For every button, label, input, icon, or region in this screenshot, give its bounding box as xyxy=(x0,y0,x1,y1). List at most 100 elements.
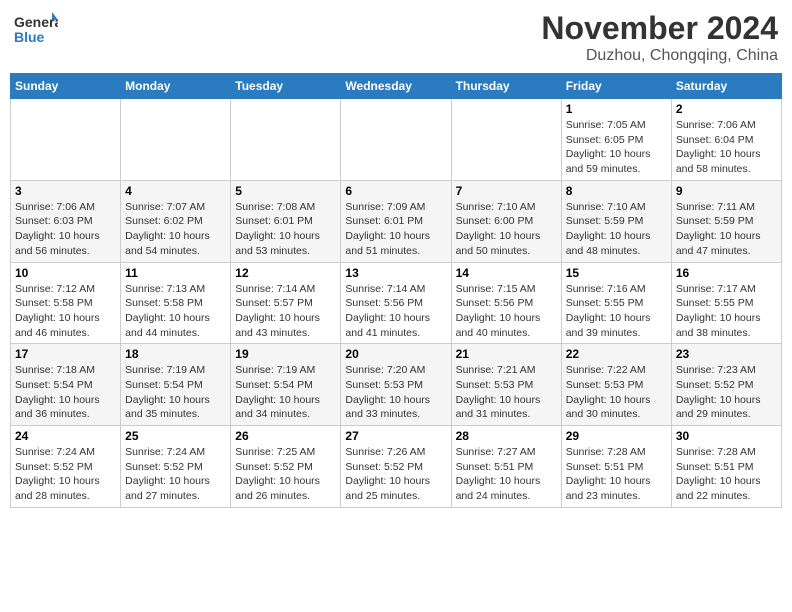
day-number: 1 xyxy=(566,102,667,116)
calendar-cell: 24Sunrise: 7:24 AM Sunset: 5:52 PM Dayli… xyxy=(11,426,121,508)
day-info: Sunrise: 7:19 AM Sunset: 5:54 PM Dayligh… xyxy=(125,363,226,422)
day-info: Sunrise: 7:26 AM Sunset: 5:52 PM Dayligh… xyxy=(345,445,446,504)
day-info: Sunrise: 7:09 AM Sunset: 6:01 PM Dayligh… xyxy=(345,200,446,259)
calendar-week-3: 10 Sunrise: 7:12 AM Sunset: 5:58 PM Dayli… xyxy=(11,262,782,344)
calendar-cell: 4 Sunrise: 7:07 AM Sunset: 6:02 PM Daylig… xyxy=(121,180,231,262)
day-number: 25 xyxy=(125,429,226,443)
day-header-monday: Monday xyxy=(121,74,231,99)
day-number: 11 xyxy=(125,266,226,280)
day-info: Sunrise: 7:18 AM Sunset: 5:54 PM Dayligh… xyxy=(15,363,116,422)
day-info: Sunrise: 7:16 AM Sunset: 5:55 PM Dayligh… xyxy=(566,282,667,341)
day-number: 10 xyxy=(15,266,116,280)
day-info: Sunrise: 7:23 AM Sunset: 5:52 PM Dayligh… xyxy=(676,363,777,422)
day-info: Sunrise: 7:20 AM Sunset: 5:53 PM Dayligh… xyxy=(345,363,446,422)
day-info: Sunrise: 7:08 AM Sunset: 6:01 PM Dayligh… xyxy=(235,200,336,259)
day-header-sunday: Sunday xyxy=(11,74,121,99)
day-info: Sunrise: 7:10 AM Sunset: 5:59 PM Dayligh… xyxy=(566,200,667,259)
svg-text:Blue: Blue xyxy=(14,29,45,45)
day-number: 30 xyxy=(676,429,777,443)
calendar-week-5: 24Sunrise: 7:24 AM Sunset: 5:52 PM Dayli… xyxy=(11,426,782,508)
calendar-header-row: SundayMondayTuesdayWednesdayThursdayFrid… xyxy=(11,74,782,99)
day-info: Sunrise: 7:22 AM Sunset: 5:53 PM Dayligh… xyxy=(566,363,667,422)
day-info: Sunrise: 7:06 AM Sunset: 6:03 PM Dayligh… xyxy=(15,200,116,259)
day-header-saturday: Saturday xyxy=(671,74,781,99)
day-header-tuesday: Tuesday xyxy=(231,74,341,99)
calendar-cell: 7 Sunrise: 7:10 AM Sunset: 6:00 PM Daylig… xyxy=(451,180,561,262)
calendar-cell: 22 Sunrise: 7:22 AM Sunset: 5:53 PM Dayli… xyxy=(561,344,671,426)
day-number: 5 xyxy=(235,184,336,198)
day-number: 22 xyxy=(566,347,667,361)
day-info: Sunrise: 7:14 AM Sunset: 5:57 PM Dayligh… xyxy=(235,282,336,341)
svg-text:General: General xyxy=(14,14,58,30)
calendar-cell: 12 Sunrise: 7:14 AM Sunset: 5:57 PM Dayli… xyxy=(231,262,341,344)
calendar-cell: 23 Sunrise: 7:23 AM Sunset: 5:52 PM Dayli… xyxy=(671,344,781,426)
calendar-table: SundayMondayTuesdayWednesdayThursdayFrid… xyxy=(10,73,782,508)
calendar-cell: 15Sunrise: 7:16 AM Sunset: 5:55 PM Dayli… xyxy=(561,262,671,344)
day-info: Sunrise: 7:11 AM Sunset: 5:59 PM Dayligh… xyxy=(676,200,777,259)
calendar-cell: 10 Sunrise: 7:12 AM Sunset: 5:58 PM Dayli… xyxy=(11,262,121,344)
day-info: Sunrise: 7:27 AM Sunset: 5:51 PM Dayligh… xyxy=(456,445,557,504)
day-info: Sunrise: 7:15 AM Sunset: 5:56 PM Dayligh… xyxy=(456,282,557,341)
day-number: 13 xyxy=(345,266,446,280)
day-number: 4 xyxy=(125,184,226,198)
calendar-cell xyxy=(341,99,451,181)
day-number: 28 xyxy=(456,429,557,443)
day-number: 8 xyxy=(566,184,667,198)
calendar-cell xyxy=(121,99,231,181)
calendar-cell xyxy=(231,99,341,181)
calendar-cell: 6 Sunrise: 7:09 AM Sunset: 6:01 PM Daylig… xyxy=(341,180,451,262)
calendar-cell: 17Sunrise: 7:18 AM Sunset: 5:54 PM Dayli… xyxy=(11,344,121,426)
calendar-cell: 11 Sunrise: 7:13 AM Sunset: 5:58 PM Dayli… xyxy=(121,262,231,344)
calendar-cell: 14 Sunrise: 7:15 AM Sunset: 5:56 PM Dayli… xyxy=(451,262,561,344)
day-info: Sunrise: 7:28 AM Sunset: 5:51 PM Dayligh… xyxy=(676,445,777,504)
calendar-cell: 13 Sunrise: 7:14 AM Sunset: 5:56 PM Dayli… xyxy=(341,262,451,344)
day-info: Sunrise: 7:21 AM Sunset: 5:53 PM Dayligh… xyxy=(456,363,557,422)
calendar-cell: 19 Sunrise: 7:19 AM Sunset: 5:54 PM Dayli… xyxy=(231,344,341,426)
calendar-week-4: 17Sunrise: 7:18 AM Sunset: 5:54 PM Dayli… xyxy=(11,344,782,426)
calendar-week-1: 1Sunrise: 7:05 AM Sunset: 6:05 PM Daylig… xyxy=(11,99,782,181)
day-number: 12 xyxy=(235,266,336,280)
day-number: 6 xyxy=(345,184,446,198)
calendar-cell: 28 Sunrise: 7:27 AM Sunset: 5:51 PM Dayli… xyxy=(451,426,561,508)
day-info: Sunrise: 7:06 AM Sunset: 6:04 PM Dayligh… xyxy=(676,118,777,177)
calendar-cell: 26 Sunrise: 7:25 AM Sunset: 5:52 PM Dayli… xyxy=(231,426,341,508)
location: Duzhou, Chongqing, China xyxy=(541,47,778,65)
calendar-cell: 8 Sunrise: 7:10 AM Sunset: 5:59 PM Daylig… xyxy=(561,180,671,262)
calendar-cell: 30 Sunrise: 7:28 AM Sunset: 5:51 PM Dayli… xyxy=(671,426,781,508)
day-number: 19 xyxy=(235,347,336,361)
day-number: 18 xyxy=(125,347,226,361)
day-info: Sunrise: 7:13 AM Sunset: 5:58 PM Dayligh… xyxy=(125,282,226,341)
page-header: General Blue November 2024 Duzhou, Chong… xyxy=(10,10,782,65)
day-number: 26 xyxy=(235,429,336,443)
day-info: Sunrise: 7:14 AM Sunset: 5:56 PM Dayligh… xyxy=(345,282,446,341)
calendar-cell: 2 Sunrise: 7:06 AM Sunset: 6:04 PM Daylig… xyxy=(671,99,781,181)
day-number: 29 xyxy=(566,429,667,443)
day-info: Sunrise: 7:12 AM Sunset: 5:58 PM Dayligh… xyxy=(15,282,116,341)
calendar-cell: 5 Sunrise: 7:08 AM Sunset: 6:01 PM Daylig… xyxy=(231,180,341,262)
calendar-cell: 16Sunrise: 7:17 AM Sunset: 5:55 PM Dayli… xyxy=(671,262,781,344)
day-info: Sunrise: 7:28 AM Sunset: 5:51 PM Dayligh… xyxy=(566,445,667,504)
day-number: 27 xyxy=(345,429,446,443)
day-number: 23 xyxy=(676,347,777,361)
day-info: Sunrise: 7:10 AM Sunset: 6:00 PM Dayligh… xyxy=(456,200,557,259)
day-header-thursday: Thursday xyxy=(451,74,561,99)
day-header-wednesday: Wednesday xyxy=(341,74,451,99)
day-info: Sunrise: 7:07 AM Sunset: 6:02 PM Dayligh… xyxy=(125,200,226,259)
calendar-cell xyxy=(451,99,561,181)
calendar-week-2: 3Sunrise: 7:06 AM Sunset: 6:03 PM Daylig… xyxy=(11,180,782,262)
month-year: November 2024 xyxy=(541,10,778,47)
day-info: Sunrise: 7:25 AM Sunset: 5:52 PM Dayligh… xyxy=(235,445,336,504)
day-info: Sunrise: 7:19 AM Sunset: 5:54 PM Dayligh… xyxy=(235,363,336,422)
logo-icon: General Blue xyxy=(14,10,58,48)
day-number: 7 xyxy=(456,184,557,198)
calendar-cell: 3Sunrise: 7:06 AM Sunset: 6:03 PM Daylig… xyxy=(11,180,121,262)
day-info: Sunrise: 7:24 AM Sunset: 5:52 PM Dayligh… xyxy=(15,445,116,504)
logo: General Blue xyxy=(14,10,62,48)
day-info: Sunrise: 7:24 AM Sunset: 5:52 PM Dayligh… xyxy=(125,445,226,504)
day-number: 9 xyxy=(676,184,777,198)
day-number: 16 xyxy=(676,266,777,280)
calendar-cell: 29 Sunrise: 7:28 AM Sunset: 5:51 PM Dayli… xyxy=(561,426,671,508)
day-number: 14 xyxy=(456,266,557,280)
day-number: 20 xyxy=(345,347,446,361)
day-number: 2 xyxy=(676,102,777,116)
